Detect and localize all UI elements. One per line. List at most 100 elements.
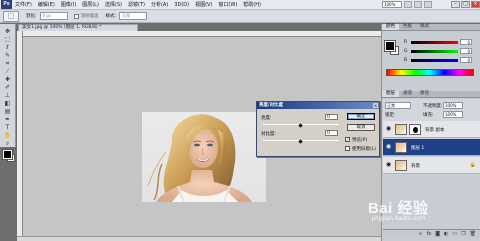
lasso-tool-icon[interactable]: ℓ bbox=[2, 44, 13, 51]
delete-layer-icon[interactable]: 🗑 bbox=[470, 231, 476, 237]
anti-alias-label: 消除锯齿 bbox=[80, 14, 99, 19]
contrast-label: 对比度: bbox=[261, 132, 277, 137]
preview-checkbox[interactable]: ✓ bbox=[345, 137, 350, 142]
eyedropper-tool-icon[interactable]: ⟋ bbox=[2, 68, 13, 75]
use-legacy-label: 使用旧版(L) bbox=[352, 147, 377, 152]
brightness-input[interactable]: 0 bbox=[325, 114, 338, 120]
zoom-field[interactable]: 100% bbox=[381, 1, 402, 8]
crop-tool-icon[interactable]: ⌗ bbox=[2, 60, 13, 67]
add-mask-icon[interactable]: ◙ bbox=[435, 231, 440, 237]
channel-g-value[interactable]: 0 bbox=[460, 48, 472, 54]
menu-window[interactable]: 窗口(W) bbox=[215, 1, 240, 8]
fill-input[interactable]: 100% bbox=[443, 111, 463, 118]
foreground-color-swatch[interactable] bbox=[3, 150, 12, 159]
tab-paths[interactable]: 路径 bbox=[416, 91, 433, 97]
layer-row[interactable]: ◉ 图层 1 bbox=[383, 139, 480, 156]
gradient-tool-icon[interactable]: ▤ bbox=[2, 108, 13, 115]
anti-alias-checkbox[interactable] bbox=[73, 13, 79, 19]
visibility-eye-icon[interactable]: ◉ bbox=[385, 126, 392, 132]
link-layers-icon[interactable]: ∞ bbox=[418, 231, 422, 237]
blend-mode-select[interactable]: 正常 bbox=[385, 102, 411, 109]
portrait-photo[interactable] bbox=[142, 112, 266, 202]
hand-tool-icon[interactable]: ✋ bbox=[2, 132, 13, 139]
layer-name: 图层 1 bbox=[411, 146, 425, 151]
quick-select-tool-icon[interactable]: ✎ bbox=[2, 52, 13, 59]
tool-preset-picker[interactable]: ⬚ bbox=[3, 10, 19, 22]
channel-g-slider[interactable] bbox=[411, 50, 458, 53]
feather-label: 羽化: bbox=[26, 14, 37, 19]
layer-mask-thumbnail[interactable] bbox=[409, 124, 421, 135]
new-group-icon[interactable]: ▭ bbox=[452, 231, 457, 237]
eraser-tool-icon[interactable]: ◧ bbox=[2, 100, 13, 107]
layer-row[interactable]: ◉ 背景 🔒 bbox=[383, 157, 480, 174]
contrast-input[interactable]: 0 bbox=[325, 130, 338, 136]
marquee-tool-icon[interactable]: ⬚ bbox=[2, 36, 13, 43]
vertical-ruler[interactable] bbox=[17, 31, 23, 241]
menu-analysis[interactable]: 分析(A) bbox=[148, 1, 171, 8]
contrast-slider-thumb[interactable] bbox=[298, 139, 303, 144]
menu-select[interactable]: 选择(S) bbox=[102, 1, 125, 8]
document-tab[interactable]: 美女1.jpg @ 100% (图层 1, RGB/8) * bbox=[18, 24, 138, 31]
hand-tool-icon[interactable] bbox=[403, 1, 412, 8]
adjustment-layer-icon[interactable]: ◐ bbox=[444, 231, 448, 237]
close-icon[interactable]: × bbox=[471, 1, 480, 8]
menu-image[interactable]: 图像(I) bbox=[58, 1, 79, 8]
photoshop-logo-icon: Ps bbox=[1, 0, 12, 9]
tab-channels[interactable]: 通道 bbox=[399, 91, 416, 97]
channel-g-label: G bbox=[404, 49, 408, 54]
channel-b-value[interactable]: 0 bbox=[460, 57, 472, 63]
layer-thumbnail bbox=[395, 142, 407, 153]
tab-styles[interactable]: 样式 bbox=[416, 24, 433, 30]
menu-layer[interactable]: 图层(L) bbox=[79, 1, 102, 8]
visibility-eye-icon[interactable]: ◉ bbox=[385, 144, 392, 150]
new-layer-icon[interactable]: ❐ bbox=[461, 231, 465, 237]
menu-view[interactable]: 视图(V) bbox=[192, 1, 215, 8]
type-tool-icon[interactable]: T bbox=[2, 124, 13, 131]
maximize-icon[interactable]: □ bbox=[461, 1, 470, 8]
pen-tool-icon[interactable]: ✒ bbox=[2, 116, 13, 123]
screen-mode-icon[interactable] bbox=[423, 1, 432, 8]
cancel-button[interactable]: 取消 bbox=[347, 124, 375, 131]
feather-input[interactable]: 0 px bbox=[39, 12, 68, 20]
healing-brush-tool-icon[interactable]: ✚ bbox=[2, 76, 13, 83]
ok-button[interactable]: 确定 bbox=[347, 113, 375, 120]
color-spectrum-bar[interactable] bbox=[386, 69, 474, 76]
brightness-slider-thumb[interactable] bbox=[298, 123, 303, 128]
tab-swatches[interactable]: 色板 bbox=[399, 24, 416, 30]
foreground-color-box[interactable] bbox=[385, 41, 395, 51]
brush-tool-icon[interactable]: ✐ bbox=[2, 84, 13, 91]
menu-edit[interactable]: 编辑(E) bbox=[35, 1, 58, 8]
layer-row[interactable]: ◉ 背景 副本 bbox=[383, 121, 480, 138]
dialog-title[interactable]: 亮度/对比度 bbox=[257, 102, 379, 109]
channel-r-value[interactable]: 0 bbox=[460, 39, 472, 45]
use-legacy-checkbox[interactable] bbox=[345, 146, 350, 151]
minimize-icon[interactable]: – bbox=[451, 1, 460, 8]
opacity-label: 不透明度: bbox=[423, 104, 443, 109]
dialog-close-icon[interactable]: × bbox=[373, 103, 378, 108]
zoom-tool-icon[interactable]: ⌕ bbox=[2, 140, 13, 147]
preview-label: 预览(P) bbox=[352, 138, 368, 143]
arrange-documents-icon[interactable] bbox=[413, 1, 422, 8]
style-select[interactable]: 正常 bbox=[119, 12, 148, 20]
channel-r-slider[interactable] bbox=[411, 41, 458, 44]
tab-color[interactable]: 颜色 bbox=[382, 24, 399, 30]
brightness-contrast-dialog: 亮度/对比度 × 亮度: 0 对比度: 0 确定 取消 ✓ 预览(P) 使用旧版… bbox=[256, 101, 380, 157]
channel-b-slider[interactable] bbox=[411, 59, 458, 62]
layers-footer: ∞ fx ◙ ◐ ▭ ❐ 🗑 bbox=[383, 229, 480, 238]
clone-stamp-tool-icon[interactable]: ⊥ bbox=[2, 92, 13, 99]
layers-panel-tabs: 图层 通道 路径 bbox=[382, 91, 480, 98]
channel-b-label: B bbox=[404, 58, 408, 63]
menu-filter[interactable]: 滤镜(T) bbox=[125, 1, 148, 8]
lock-label: 锁定: bbox=[385, 113, 396, 118]
menu-3d[interactable]: 3D(D) bbox=[171, 2, 192, 8]
menu-file[interactable]: 文件(F) bbox=[12, 1, 35, 8]
layers-options: 正常 不透明度: 100% 锁定: 填充: 100% bbox=[383, 99, 480, 121]
opacity-input[interactable]: 100% bbox=[443, 102, 463, 109]
move-tool-icon[interactable]: ✥ bbox=[2, 28, 13, 35]
tab-layers[interactable]: 图层 bbox=[382, 91, 399, 97]
visibility-eye-icon[interactable]: ◉ bbox=[385, 162, 392, 168]
layer-style-icon[interactable]: fx bbox=[426, 231, 431, 237]
menu-help[interactable]: 帮助(H) bbox=[240, 1, 264, 8]
horizontal-ruler[interactable] bbox=[17, 31, 381, 37]
layer-name: 背景 副本 bbox=[425, 128, 445, 133]
